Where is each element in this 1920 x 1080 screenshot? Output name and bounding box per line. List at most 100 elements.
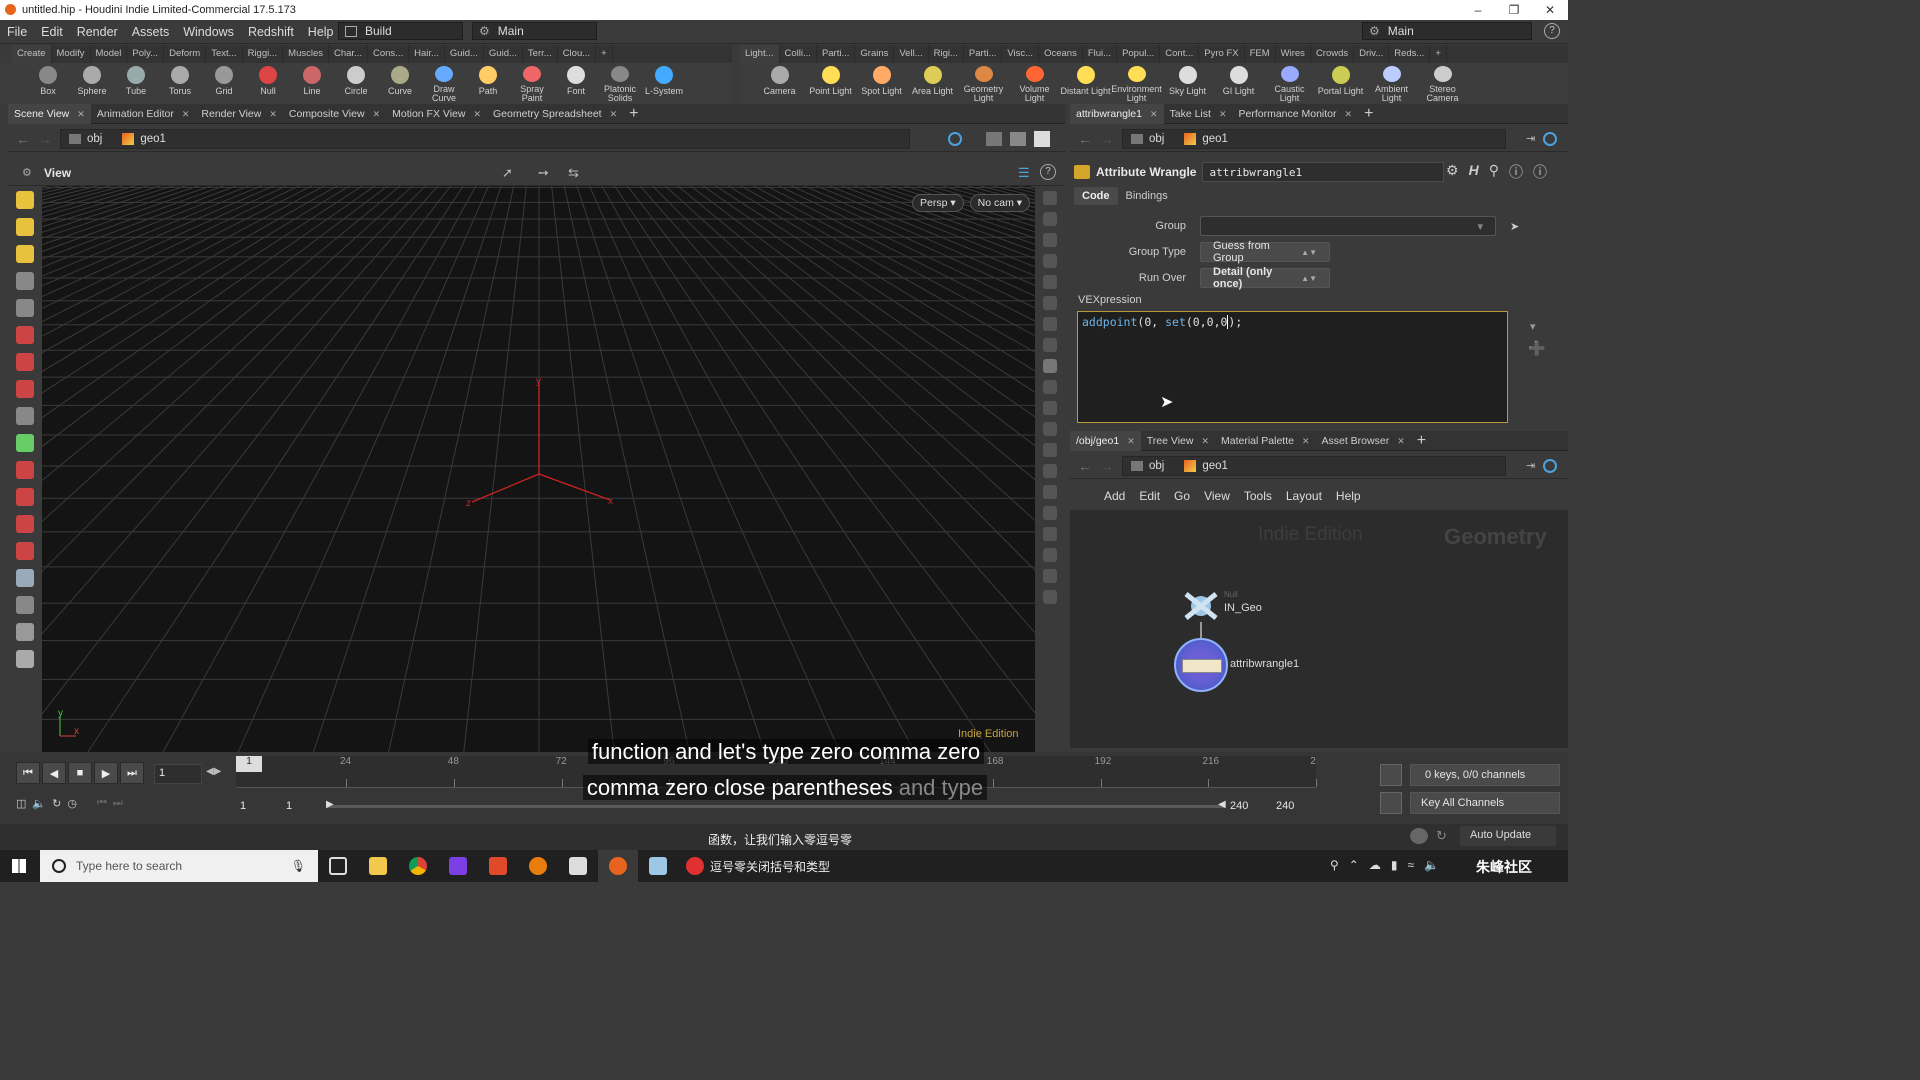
forward-arrow-icon[interactable]: →	[1100, 458, 1114, 474]
shelf-tool-environment-light[interactable]: Environment Light	[1111, 63, 1162, 103]
viewport-display-icon[interactable]	[1043, 527, 1057, 541]
start-frame[interactable]: 1	[240, 800, 246, 812]
step-frame-icon[interactable]: ◀▶	[206, 766, 221, 777]
loop-icon[interactable]: ↻	[52, 797, 61, 810]
node-name-field[interactable]: attribwrangle1	[1202, 162, 1445, 182]
shelf-tool-spot-light[interactable]: Spot Light	[856, 63, 907, 103]
shelf-tab[interactable]: Colli...	[780, 45, 817, 63]
desktop-main-select[interactable]: ⚙ Main	[472, 22, 597, 40]
blender-icon[interactable]	[518, 850, 558, 882]
close-button[interactable]: ✕	[1532, 0, 1568, 20]
link-icon[interactable]	[1543, 458, 1558, 473]
shelf-tab[interactable]: Cons...	[368, 45, 410, 63]
pane-tab[interactable]: Performance Monitor ✕	[1232, 104, 1358, 124]
onedrive-icon[interactable]: ☁	[1369, 858, 1381, 872]
key-prev-icon[interactable]: ⏮	[97, 797, 107, 810]
null-node[interactable]	[1182, 590, 1220, 622]
viewport-display-icon[interactable]	[1043, 212, 1057, 226]
param-path[interactable]: obj geo1	[1122, 128, 1506, 149]
menu-edit[interactable]: Edit	[34, 25, 70, 39]
viewport-tool-icon[interactable]	[16, 407, 34, 425]
shelf-tool-path[interactable]: Path	[466, 63, 510, 103]
shelf-tool-box[interactable]: Box	[26, 63, 70, 103]
shelf-tab[interactable]: FEM	[1245, 45, 1276, 63]
pane-tab[interactable]: Animation Editor ✕	[91, 104, 196, 124]
pane-tab[interactable]: Take List ✕	[1164, 104, 1233, 124]
network-menu-item[interactable]: View	[1204, 489, 1230, 503]
vexpression-editor[interactable]: addpoint(0, set(0,0,0​);	[1077, 311, 1508, 423]
scene-viewport[interactable]: yxzyx Persp ▾ No cam ▾ Indie Edition	[42, 186, 1035, 752]
shelf-tool-platonic-solids[interactable]: Platonic Solids	[598, 63, 642, 103]
shelf-tool-line[interactable]: Line	[290, 63, 334, 103]
shelf-tool-font[interactable]: Font	[554, 63, 598, 103]
pane-tab[interactable]: Motion FX View ✕	[386, 104, 487, 124]
keys-channels-field[interactable]: 0 keys, 0/0 channels	[1410, 764, 1560, 786]
shelf-tab[interactable]: Reds...	[1389, 45, 1431, 63]
shelf-tool-stereo-camera[interactable]: Stereo Camera	[1417, 63, 1468, 103]
close-tab-icon[interactable]: ✕	[1127, 431, 1135, 451]
tab-code[interactable]: Code	[1074, 187, 1118, 205]
pin-icon[interactable]: ⇥	[1526, 459, 1535, 472]
close-tab-icon[interactable]: ✕	[1345, 104, 1353, 124]
view-tools-icon[interactable]: ⚙	[22, 166, 32, 179]
wifi-icon[interactable]: ≈	[1407, 858, 1414, 872]
viewport-display-icon[interactable]	[1043, 317, 1057, 331]
shelf-tab[interactable]: Guid...	[445, 45, 484, 63]
network-menu-item[interactable]: Edit	[1139, 489, 1160, 503]
play-button[interactable]: ▶	[94, 762, 118, 784]
shelf-tab[interactable]: Visc...	[1002, 45, 1040, 63]
viewport-display-icon[interactable]	[1043, 485, 1057, 499]
shelf-tool-l-system[interactable]: L-System	[642, 63, 686, 103]
viewport-tool-icon[interactable]	[16, 245, 34, 263]
shelf-tab[interactable]: Parti...	[817, 45, 856, 63]
viewport-tool-icon[interactable]	[16, 488, 34, 506]
shelf-tab[interactable]: Modify	[52, 45, 91, 63]
display-options-icon[interactable]	[986, 131, 1002, 146]
battery-icon[interactable]: ▮	[1391, 858, 1398, 872]
key-all-channels-button[interactable]: Key All Channels	[1410, 792, 1560, 814]
shelf-tab[interactable]: Popul...	[1117, 45, 1161, 63]
viewport-tool-icon[interactable]	[16, 461, 34, 479]
microphone-icon[interactable]: 🎙	[291, 859, 306, 873]
menu-render[interactable]: Render	[70, 25, 125, 39]
shelf-tab[interactable]: Hair...	[409, 45, 445, 63]
shelf-tool-torus[interactable]: Torus	[158, 63, 202, 103]
shelf-tool-curve[interactable]: Curve	[378, 63, 422, 103]
persp-menu[interactable]: Persp ▾	[912, 194, 964, 212]
shelf-tab[interactable]: Clou...	[558, 45, 597, 63]
network-path[interactable]: obj geo1	[1122, 455, 1506, 476]
task-view-icon[interactable]	[318, 850, 358, 882]
pane-tab[interactable]: Scene View ✕	[8, 103, 91, 124]
pane-tab[interactable]: Render View ✕	[195, 104, 282, 124]
maximize-button[interactable]: ❐	[1496, 0, 1532, 20]
viewport-tool-icon[interactable]	[16, 650, 34, 668]
shelf-tab[interactable]: Rigi...	[929, 45, 964, 63]
viewport-display-icon[interactable]	[1043, 443, 1057, 457]
pane-tab[interactable]: Composite View ✕	[283, 104, 386, 124]
close-tab-icon[interactable]: ✕	[1397, 431, 1405, 451]
shelf-tool-sky-light[interactable]: Sky Light	[1162, 63, 1213, 103]
viewport-display-icon[interactable]	[1043, 254, 1057, 268]
viewport-display-icon[interactable]	[1043, 569, 1057, 583]
chrome-icon[interactable]	[398, 850, 438, 882]
close-tab-icon[interactable]: ✕	[1201, 431, 1209, 451]
shelf-tool-geometry-light[interactable]: Geometry Light	[958, 63, 1009, 103]
network-menu-item[interactable]: Tools	[1244, 489, 1272, 503]
shelf-tool-null[interactable]: Null	[246, 63, 290, 103]
back-arrow-icon[interactable]: ←	[16, 131, 30, 147]
shelf-tool-portal-light[interactable]: Portal Light	[1315, 63, 1366, 103]
viewport-display-icon[interactable]	[1043, 233, 1057, 247]
network-editor[interactable]: Indie Edition Geometry Null IN_Geo attri…	[1070, 510, 1568, 748]
viewport-display-icon[interactable]	[1043, 401, 1057, 415]
menu-file[interactable]: File	[0, 25, 34, 39]
shelf-tab[interactable]: Riggi...	[243, 45, 284, 63]
shelf-tab[interactable]: Cont...	[1160, 45, 1200, 63]
recorder-taskbar-item[interactable]: 逗号零关闭括号和类型	[678, 850, 838, 882]
jump-end-button[interactable]: ⏭	[120, 762, 144, 784]
viewport-tool-icon[interactable]	[16, 299, 34, 317]
realtime-icon[interactable]: ◷	[67, 797, 77, 810]
help-icon[interactable]: ⓘ	[1533, 162, 1547, 182]
transform-icon[interactable]: ⇆	[568, 165, 579, 181]
shelf-tab[interactable]: Driv...	[1354, 45, 1390, 63]
shelf-tab[interactable]: Deform	[164, 45, 207, 63]
